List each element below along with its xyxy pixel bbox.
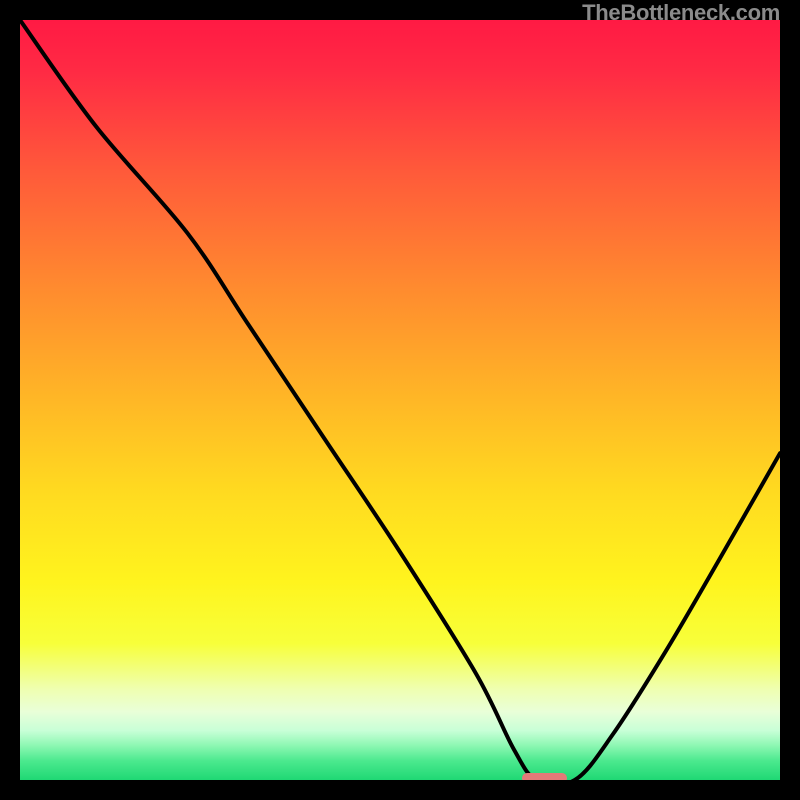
gradient-and-curve — [20, 20, 780, 780]
bottleneck-curve-line — [20, 20, 780, 780]
gradient-background — [20, 20, 780, 780]
optimal-marker — [522, 773, 568, 780]
chart-frame: TheBottleneck.com — [0, 0, 800, 800]
plot-area — [20, 20, 780, 780]
